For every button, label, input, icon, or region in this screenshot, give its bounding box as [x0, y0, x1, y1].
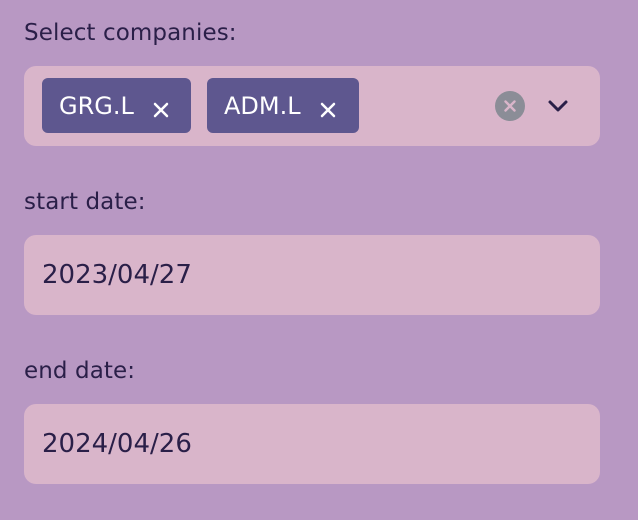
remove-chip-icon[interactable] [319, 97, 337, 117]
start-date-input[interactable] [42, 235, 582, 315]
start-date-label: start date: [24, 189, 146, 215]
companies-label: Select companies: [24, 20, 237, 46]
end-date-field[interactable] [24, 404, 600, 484]
end-date-label: end date: [24, 358, 136, 384]
chip-label: GRG.L [59, 91, 134, 120]
companies-multiselect[interactable]: GRG.L ADM.L [24, 66, 600, 146]
clear-all-icon[interactable] [495, 91, 525, 121]
chip-adm: ADM.L [207, 78, 359, 133]
chip-label: ADM.L [224, 91, 301, 120]
chip-grg: GRG.L [42, 78, 191, 133]
end-date-input[interactable] [42, 404, 582, 484]
chevron-down-icon[interactable] [546, 94, 570, 118]
start-date-field[interactable] [24, 235, 600, 315]
remove-chip-icon[interactable] [152, 97, 170, 117]
